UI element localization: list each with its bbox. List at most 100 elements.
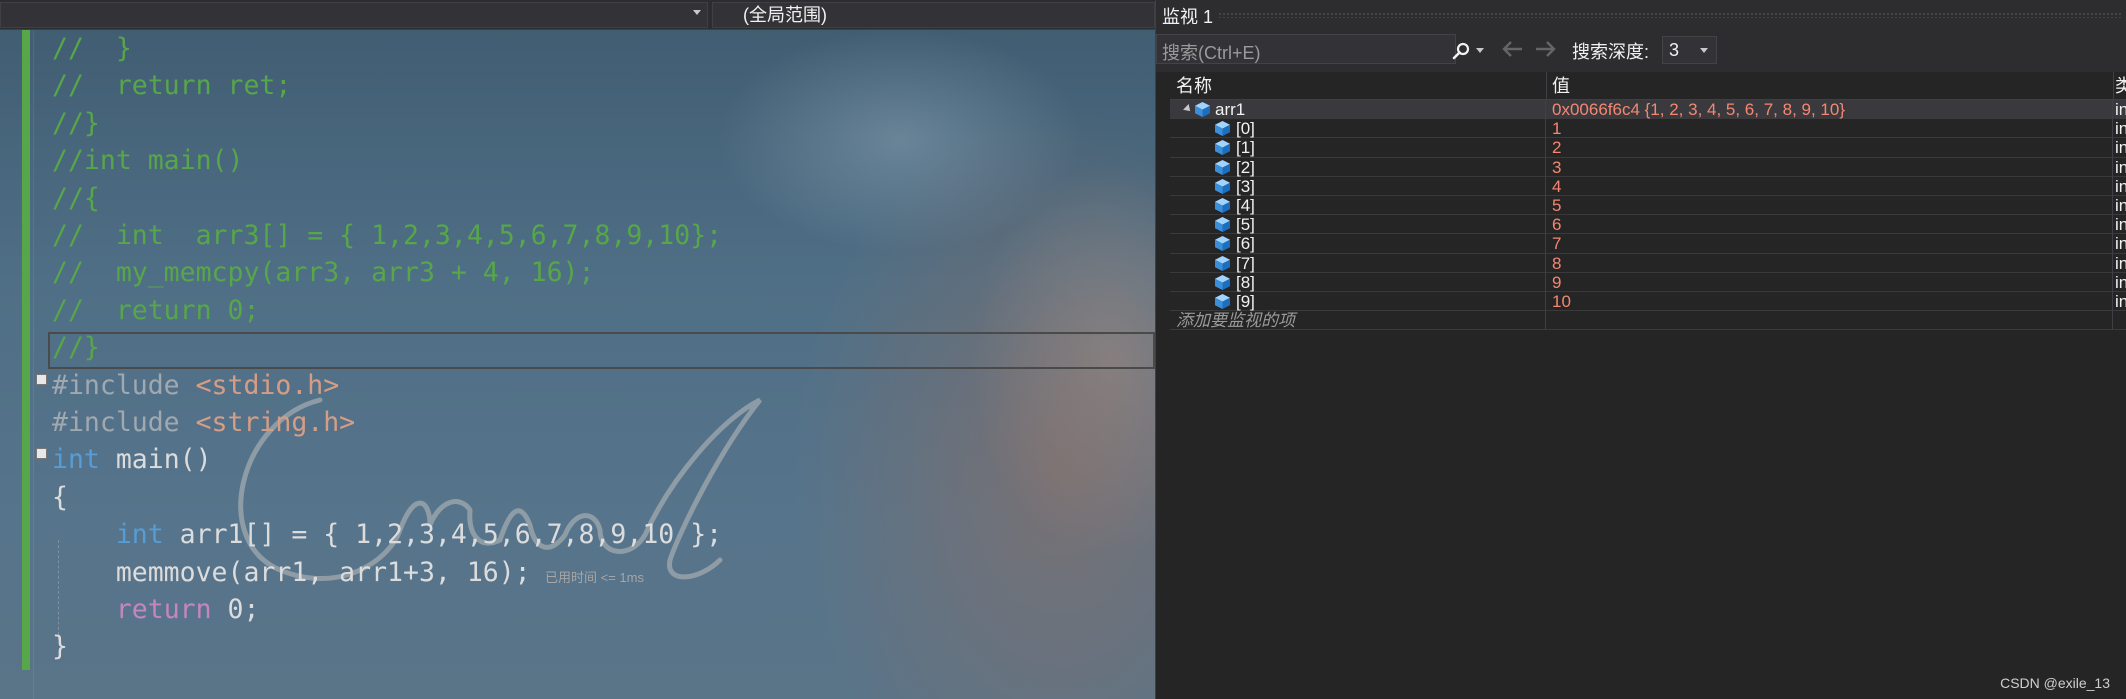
variable-cube-icon (1215, 198, 1230, 214)
add-watch-row[interactable]: 添加要监视的项 (1170, 311, 2126, 331)
code-token: arr1[] = { 1,2,3,4,5,6,7,8,9,10 }; (163, 519, 723, 551)
watch-row[interactable]: [4] 5 in (1170, 196, 2126, 216)
editor-navigation-bar: (全局范围) (0, 0, 1155, 30)
value-cell[interactable]: 4 (1546, 176, 2113, 196)
column-header-type[interactable]: 类 (2113, 72, 2126, 100)
watch-title-bar[interactable]: 监视 1 (1156, 0, 2126, 30)
value-cell[interactable]: 6 (1546, 215, 2113, 235)
name-cell: [6] (1170, 234, 1546, 254)
code-line[interactable]: #include <stdio.h> (52, 367, 339, 404)
code-line[interactable]: // my_memcpy(arr3, arr3 + 4, 16); (52, 254, 594, 291)
value-cell[interactable]: 7 (1546, 234, 2113, 254)
code-line[interactable]: int arr1[] = { 1,2,3,4,5,6,7,8,9,10 }; (52, 516, 722, 553)
watch-row[interactable]: [8] 9 in (1170, 272, 2126, 292)
code-editor[interactable]: (全局范围) // } // return ret; //} //int main()… (0, 0, 1155, 699)
code-line[interactable]: // } (52, 30, 132, 67)
variable-value[interactable]: 7 (1552, 234, 1561, 253)
code-token: #include (52, 407, 196, 438)
watch-row[interactable]: [5] 6 in (1170, 215, 2126, 235)
scope-guide-line (58, 540, 59, 640)
code-line[interactable]: int main() (52, 441, 212, 478)
variable-value[interactable]: 2 (1552, 138, 1561, 157)
type-cell: in (2113, 177, 2126, 196)
type-cell: in (2113, 138, 2126, 157)
code-token: // my_memcpy(arr3, arr3 + 4, 16); (52, 257, 595, 289)
code-line[interactable]: { (52, 479, 68, 516)
search-icon[interactable] (1451, 41, 1471, 61)
search-depth-dropdown[interactable]: 3 (1662, 36, 1717, 64)
variable-cube-icon (1195, 102, 1210, 118)
type-cell: in (2113, 158, 2126, 177)
name-cell: [3] (1170, 176, 1546, 196)
watch-row[interactable]: [6] 7 in (1170, 234, 2126, 254)
code-line[interactable]: // return 0; (52, 292, 259, 329)
watch-row[interactable]: [7] 8 in (1170, 253, 2126, 273)
watch-row-root[interactable]: arr1 0x0066f6c4 {1, 2, 3, 4, 5, 6, 7, 8, … (1170, 100, 2126, 120)
variable-value[interactable]: 1 (1552, 119, 1561, 138)
code-line[interactable]: //} (52, 105, 100, 142)
code-line[interactable]: // int arr3[] = { 1,2,3,4,5,6,7,8,9,10}; (52, 217, 722, 254)
search-depth-label: 搜索深度: (1572, 42, 1650, 62)
column-header-name[interactable]: 名称 (1170, 72, 1546, 100)
code-line[interactable]: //} (52, 329, 100, 366)
value-cell[interactable]: 0x0066f6c4 {1, 2, 3, 4, 5, 6, 7, 8, 9, 1… (1546, 100, 2113, 120)
variable-name: [4] (1236, 196, 1255, 215)
code-line[interactable]: memmove(arr1, arr1+3, 16); (52, 554, 531, 591)
search-input[interactable]: 搜索(Ctrl+E) (1162, 39, 1261, 65)
watch-row[interactable]: [9] 10 in (1170, 292, 2126, 312)
project-dropdown[interactable] (0, 2, 708, 28)
title-grip[interactable] (1218, 12, 2123, 18)
value-cell (1546, 311, 2113, 331)
footer-credit: CSDN @exile_13 (2000, 675, 2110, 691)
chevron-down-icon (693, 10, 701, 15)
code-line[interactable]: //int main() (52, 142, 243, 179)
variable-type: in (2115, 215, 2126, 235)
value-cell[interactable]: 1 (1546, 119, 2113, 139)
type-cell: in (2113, 196, 2126, 215)
name-cell: [7] (1170, 253, 1546, 273)
fold-toggle-icon[interactable] (36, 374, 47, 385)
add-watch-item-input[interactable]: 添加要监视的项 (1176, 311, 1295, 330)
variable-value[interactable]: 5 (1552, 196, 1561, 215)
value-cell[interactable]: 5 (1546, 196, 2113, 216)
watch-row[interactable]: [0] 1 in (1170, 119, 2126, 139)
watch-row[interactable]: [3] 4 in (1170, 176, 2126, 196)
column-header-value[interactable]: 值 (1546, 72, 2113, 100)
watch-row[interactable]: [1] 2 in (1170, 138, 2126, 158)
value-cell[interactable]: 3 (1546, 157, 2113, 177)
variable-value[interactable]: 4 (1552, 177, 1561, 196)
code-line[interactable]: // return ret; (52, 67, 291, 104)
code-token: #include (52, 369, 196, 401)
watch-row[interactable]: [2] 3 in (1170, 157, 2126, 177)
variable-value[interactable]: 9 (1552, 273, 1561, 292)
variable-type: in (2115, 157, 2126, 177)
variable-name: [8] (1236, 272, 1255, 292)
forward-arrow-icon[interactable] (1532, 38, 1558, 60)
variable-name: [3] (1236, 176, 1255, 196)
variable-value[interactable]: 8 (1552, 254, 1561, 273)
type-cell: in (2113, 119, 2126, 138)
back-arrow-icon[interactable] (1500, 38, 1526, 60)
scope-dropdown[interactable]: (全局范围) (712, 2, 1155, 28)
watch-title: 监视 1 (1162, 7, 1214, 27)
variable-type: in (2115, 292, 2126, 311)
code-line[interactable]: } (52, 628, 68, 665)
value-cell[interactable]: 2 (1546, 138, 2113, 158)
search-box[interactable]: 搜索(Ctrl+E) (1156, 34, 1484, 65)
variable-value[interactable]: 6 (1552, 215, 1561, 234)
value-cell[interactable]: 10 (1546, 292, 2113, 312)
fold-toggle-icon[interactable] (36, 448, 47, 459)
search-options-dropdown-icon[interactable] (1475, 47, 1485, 55)
code-token: { (52, 481, 68, 513)
code-line[interactable]: //{ (52, 180, 100, 217)
code-line[interactable]: #include <string.h> (52, 404, 355, 441)
value-cell[interactable]: 8 (1546, 253, 2113, 273)
variable-value[interactable]: 10 (1552, 292, 1571, 311)
value-cell[interactable]: 9 (1546, 272, 2113, 292)
collapse-arrow-icon[interactable] (1183, 104, 1193, 114)
variable-value[interactable]: 0x0066f6c4 {1, 2, 3, 4, 5, 6, 7, 8, 9, 1… (1552, 100, 1845, 119)
variable-type: in (2115, 272, 2126, 292)
variable-value[interactable]: 3 (1552, 158, 1561, 177)
code-line[interactable]: return 0; (52, 591, 260, 628)
